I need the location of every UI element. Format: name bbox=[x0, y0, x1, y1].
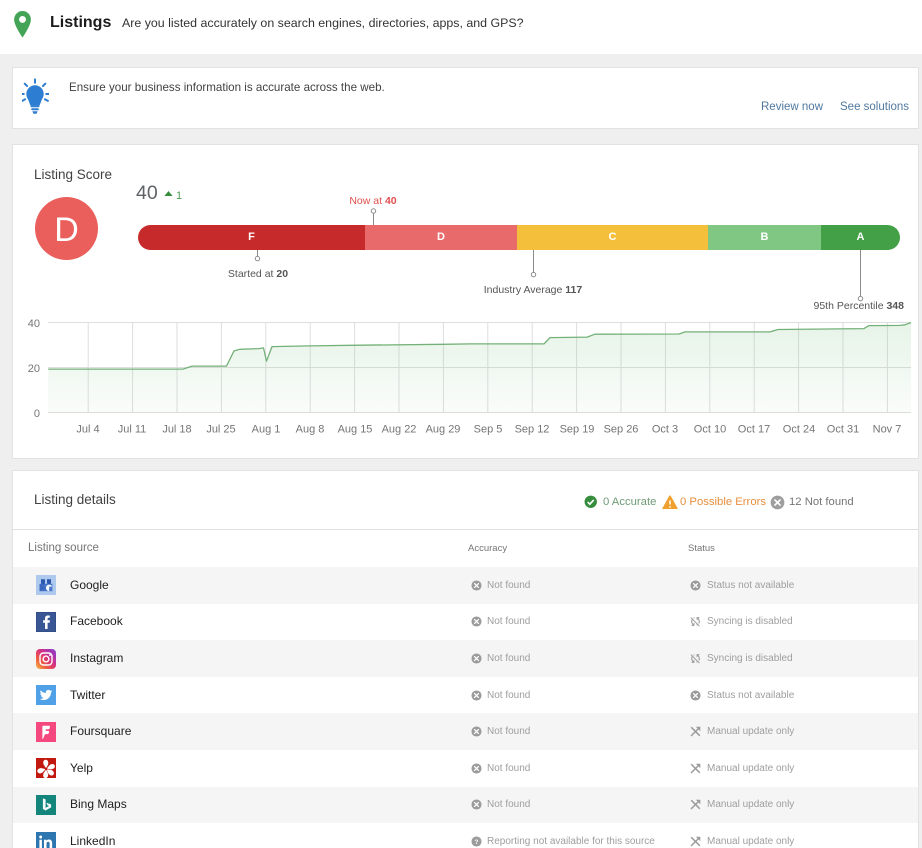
svg-text:Sep 5: Sep 5 bbox=[474, 424, 503, 436]
svg-text:Aug 1: Aug 1 bbox=[252, 424, 281, 436]
svg-text:?: ? bbox=[474, 839, 478, 846]
svg-text:Aug 29: Aug 29 bbox=[426, 424, 461, 436]
svg-text:Jul 18: Jul 18 bbox=[162, 424, 191, 436]
svg-text:0: 0 bbox=[34, 408, 40, 420]
svg-text:Sep 26: Sep 26 bbox=[604, 424, 639, 436]
svg-text:Oct 31: Oct 31 bbox=[827, 424, 859, 436]
svg-text:20: 20 bbox=[28, 363, 40, 375]
svg-text:Oct 17: Oct 17 bbox=[738, 424, 770, 436]
svg-text:40: 40 bbox=[28, 318, 40, 330]
svg-text:Jul 11: Jul 11 bbox=[118, 424, 147, 436]
svg-text:Oct 3: Oct 3 bbox=[652, 424, 678, 436]
svg-text:Sep 19: Sep 19 bbox=[560, 424, 595, 436]
svg-text:Jul 25: Jul 25 bbox=[206, 424, 235, 436]
svg-text:Oct 10: Oct 10 bbox=[694, 424, 726, 436]
svg-text:Sep 12: Sep 12 bbox=[515, 424, 550, 436]
svg-text:Nov 7: Nov 7 bbox=[873, 424, 902, 436]
svg-text:Oct 24: Oct 24 bbox=[783, 424, 815, 436]
svg-text:Aug 8: Aug 8 bbox=[296, 424, 325, 436]
svg-text:Jul 4: Jul 4 bbox=[76, 424, 99, 436]
svg-text:Aug 15: Aug 15 bbox=[338, 424, 373, 436]
svg-text:Aug 22: Aug 22 bbox=[382, 424, 417, 436]
